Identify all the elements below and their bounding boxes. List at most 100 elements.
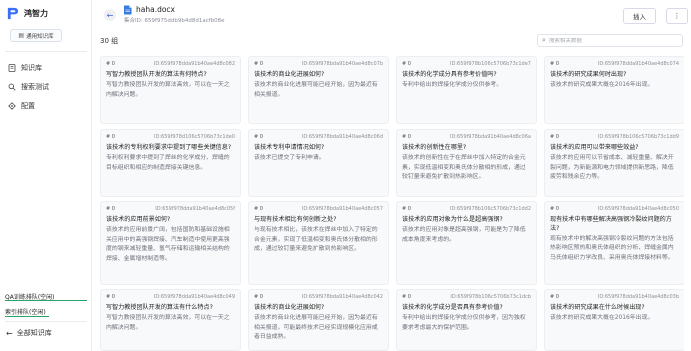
all-kb-link[interactable]: ← 全部知识库 bbox=[6, 328, 52, 338]
card-header: # 0 ID:659f978b106c5706b73c1dcb bbox=[402, 294, 531, 300]
index-queue: 索引排队(空闲) bbox=[5, 309, 46, 316]
card-question: 该技术的商业化进展如何? bbox=[254, 304, 325, 311]
qa-queue-progress bbox=[5, 300, 87, 301]
card-answer: 与现有技术相比，该技术在焊丝中加入了特定的合金元素，实现了低温相变和奥氏体分散相… bbox=[254, 227, 378, 252]
card-answer: 写智力教授团队开发的算法高效，可以在一天之内解决问题。 bbox=[106, 315, 230, 331]
card-index: # 0 bbox=[254, 134, 263, 140]
card-answer: 该技术的应用对象是超高强钢，可能是为了降低成本角度来考虑的。 bbox=[402, 227, 526, 243]
card-index: # 0 bbox=[402, 294, 411, 300]
card-header: # 0 ID:659f978dda91b40ae4d8c074 bbox=[550, 61, 679, 67]
card-header: # 0 ID:659f978dda91b40ae4d8c03b bbox=[550, 294, 679, 300]
back-button[interactable]: ← bbox=[104, 9, 116, 21]
more-button[interactable]: ⋮ bbox=[666, 8, 688, 24]
card-index: # 0 bbox=[106, 134, 115, 140]
insert-button[interactable]: 插入 bbox=[623, 8, 656, 24]
card-id: ID:659f978bda91b40ae4d8c06d bbox=[301, 134, 383, 140]
data-card-grid: # 0 ID:659f978dda91b40ae4d8c082 写智力教授团队开发的… bbox=[100, 56, 684, 351]
card-question: 该技术的研究成果在什么时候出现? bbox=[550, 304, 645, 311]
data-card[interactable]: # 0 ID:659f978dda91b40ae4d8c050 现有技术中有哪些解决… bbox=[544, 201, 684, 285]
card-header: # 0 ID:659f978dda91b40ae4d8c049 bbox=[106, 294, 235, 300]
data-card[interactable]: # 0 ID:659f978b106c5706b73c1de7 该技术的化学成分具有… bbox=[396, 56, 537, 124]
sidebar-item-knowledge[interactable]: 知识库 bbox=[7, 63, 42, 73]
brand: 鸿智力 bbox=[6, 7, 48, 20]
card-question: 与现有技术相比有何创新之处? bbox=[254, 216, 337, 223]
card-index: # 0 bbox=[550, 61, 559, 67]
docx-file-icon bbox=[124, 5, 132, 15]
card-answer: 该技术的商业化进展可能已经开始，因为最近有相关报道。 bbox=[254, 82, 378, 98]
card-question: 该技术的应用可以带来哪些效益? bbox=[550, 144, 639, 151]
data-card[interactable]: # 0 ID:659f978bda91b40ae4d8c06d 该技术专利申请情况如… bbox=[248, 129, 389, 197]
search-icon: ⌕ bbox=[542, 36, 546, 44]
header: ← haha.docx 集合ID: 659f975ddb9b4d8d1acfb0… bbox=[93, 0, 691, 30]
card-header: # 0 ID:659f978bda91b40ae4d8c07b bbox=[254, 61, 383, 67]
card-header: # 0 ID:659f978b106c5706b73c1dd2 bbox=[402, 206, 531, 212]
card-answer: 该技术的商业化进展可能已经开始，因为最近有相关报道，可能最终技术已经实现规模化应… bbox=[254, 315, 378, 340]
card-header: # 0 ID:659f978bda91b40ae4d8c06d bbox=[254, 134, 383, 140]
all-kb-label: 全部知识库 bbox=[16, 329, 52, 337]
card-index: # 0 bbox=[550, 206, 559, 212]
arrow-left-icon: ← bbox=[6, 328, 13, 338]
card-question: 该技术的研究成果何时出现? bbox=[550, 71, 627, 78]
arrow-left-icon: ← bbox=[106, 10, 114, 20]
sidebar-item-search-test[interactable]: 搜索测试 bbox=[7, 82, 49, 92]
card-index: # 0 bbox=[550, 294, 559, 300]
card-answer: 该技术的创新性在于在焊丝中加入特定的合金元素，实现低温相变和奥氏体分散相的形成，… bbox=[402, 155, 526, 180]
card-id: ID:659f978dda91b40ae4d8c049 bbox=[153, 294, 235, 300]
card-id: ID:659f978dda91b40ae4d8c03b bbox=[597, 294, 679, 300]
divider bbox=[5, 321, 87, 322]
data-card[interactable]: # 0 ID:659f978dda91b40ae4d8c05f 该技术的应用前景如何… bbox=[100, 201, 241, 285]
app-logo-icon bbox=[7, 7, 19, 20]
card-index: # 0 bbox=[402, 134, 411, 140]
card-index: # 0 bbox=[106, 206, 115, 212]
current-kb-button[interactable]: ▤ 通用知识库 bbox=[10, 29, 62, 42]
card-answer: 写智力教授团队开发的算法高效，可以在一天之内解决问题。 bbox=[106, 82, 230, 98]
card-id: ID:659f978bda91b40ae4d8c06a bbox=[449, 134, 531, 140]
card-header: # 0 ID:659f978d106c5706b73c1de0 bbox=[106, 134, 235, 140]
card-index: # 0 bbox=[402, 61, 411, 67]
card-answer: 该技术的应用可以节省成本、减轻重量、解决开裂问题，为新能源和电力领域提供新思路，… bbox=[550, 155, 674, 180]
card-header: # 0 ID:659f978bda91b40ae4d8c06a bbox=[402, 134, 531, 140]
sidebar-item-config[interactable]: 配置 bbox=[7, 101, 35, 111]
card-index: # 0 bbox=[550, 134, 559, 140]
group-count: 30 组 bbox=[100, 37, 119, 45]
data-card[interactable]: # 0 ID:659f978b106c5706b73c1dcb 该技术的化学成分是否… bbox=[396, 289, 537, 351]
card-answer: 该技术的研究成果大概在2016年出现。 bbox=[550, 82, 654, 88]
divider bbox=[5, 51, 87, 52]
card-index: # 0 bbox=[254, 206, 263, 212]
data-card[interactable]: # 0 ID:659f978bda91b40ae4d8c057 与现有技术相比有何创… bbox=[248, 201, 389, 285]
data-card[interactable]: # 0 ID:659f978b106c5706b73c1dd2 该技术的应用对象为什… bbox=[396, 201, 537, 285]
sidebar-item-label: 知识库 bbox=[21, 64, 42, 72]
card-header: # 0 ID:659f978bda91b40ae4d8c057 bbox=[254, 206, 383, 212]
search-input[interactable] bbox=[548, 37, 669, 44]
data-card[interactable]: # 0 ID:659f978d106c5706b73c1de0 该技术的专利权利要求… bbox=[100, 129, 241, 197]
card-question: 该技术专利申请情况如何? bbox=[254, 144, 325, 151]
card-header: # 0 ID:659f978b106c5706b73c1dd9 bbox=[550, 134, 679, 140]
sidebar-item-label: 配置 bbox=[21, 102, 35, 110]
card-answer: 现有技术中的解决高强钢冷裂纹问题的方法包括热影响区预热和奥氏体组织的分析、焊缝金… bbox=[550, 235, 674, 261]
card-id: ID:659f978dda91b40ae4d8c074 bbox=[597, 61, 679, 67]
data-card[interactable]: # 0 ID:659f978dda91b40ae4d8c03b 该技术的研究成果在什… bbox=[544, 289, 684, 351]
card-header: # 0 ID:659f978dda91b40ae4d8c05f bbox=[106, 206, 235, 212]
data-card[interactable]: # 0 ID:659f978dda91b40ae4d8c074 该技术的研究成果何时… bbox=[544, 56, 684, 124]
card-question: 该技术的应用前景如何? bbox=[106, 216, 171, 223]
card-answer: 该技术的应用前景广阔，包括国防和基础设施相关应用中的高强钢焊接、汽车制造中使用更… bbox=[106, 227, 230, 262]
current-kb-label: 通用知识库 bbox=[26, 33, 54, 40]
card-question: 该技术的创新性在哪里? bbox=[402, 144, 467, 151]
card-header: # 0 ID:659f978dda91b40ae4d8c050 bbox=[550, 206, 679, 212]
data-card[interactable]: # 0 ID:659f978bda91b40ae4d8c07b 该技术的商业化进展如… bbox=[248, 56, 389, 124]
card-index: # 0 bbox=[106, 61, 115, 67]
data-card[interactable]: # 0 ID:659f978bda91b40ae4d8c06a 该技术的创新性在哪里… bbox=[396, 129, 537, 197]
card-index: # 0 bbox=[254, 294, 263, 300]
collection-id: 集合ID: 659f975ddb9b4d8d1acfb08e bbox=[124, 18, 225, 24]
index-queue-progress bbox=[5, 316, 49, 317]
search-box[interactable]: ⌕ bbox=[537, 34, 683, 47]
card-index: # 0 bbox=[106, 294, 115, 300]
card-index: # 0 bbox=[402, 206, 411, 212]
data-card[interactable]: # 0 ID:659f978dda91b40ae4d8c049 写智力教授团队开发的… bbox=[100, 289, 241, 351]
data-card[interactable]: # 0 ID:659f978b106c5706b73c1dd9 该技术的应用可以带来… bbox=[544, 129, 684, 197]
card-header: # 0 ID:659f978bda91b40ae4d8c042 bbox=[254, 294, 383, 300]
sidebar: 鸿智力 ▤ 通用知识库 知识库 搜索测试 配置 QA训练排队(空闲) 索引排队(… bbox=[0, 0, 92, 351]
data-card[interactable]: # 0 ID:659f978dda91b40ae4d8c082 写智力教授团队开发的… bbox=[100, 56, 241, 124]
file-name: haha.docx bbox=[136, 5, 175, 14]
data-card[interactable]: # 0 ID:659f978bda91b40ae4d8c042 该技术的商业化进展如… bbox=[248, 289, 389, 351]
